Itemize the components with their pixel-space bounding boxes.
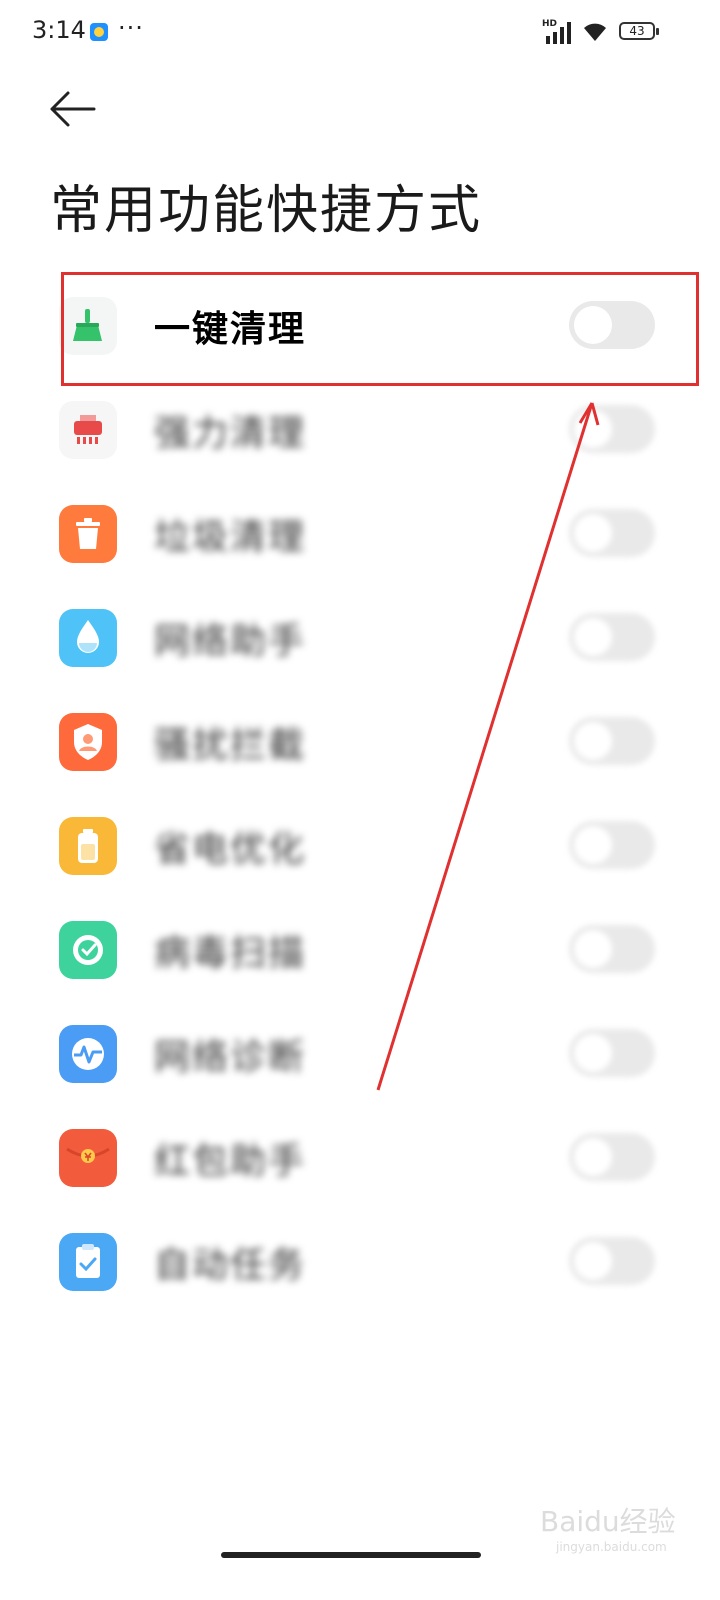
status-bar: 3:14 ··· HD 43 bbox=[0, 0, 720, 64]
battery-level: 43 bbox=[629, 24, 645, 38]
toggle-switch[interactable] bbox=[569, 1237, 655, 1285]
notification-app-icon bbox=[90, 23, 108, 41]
more-notifications-icon: ··· bbox=[118, 14, 144, 42]
toggle-switch[interactable] bbox=[569, 509, 655, 557]
list-item[interactable]: 网络助手 bbox=[0, 584, 720, 688]
list-item[interactable]: 红包助手 bbox=[0, 1104, 720, 1208]
home-indicator[interactable] bbox=[221, 1552, 481, 1558]
watermark-url: jingyan.baidu.com bbox=[556, 1540, 667, 1554]
red-packet-icon bbox=[59, 1129, 117, 1187]
shield-user-icon bbox=[59, 713, 117, 771]
toggle-switch[interactable] bbox=[569, 925, 655, 973]
toggle-switch[interactable] bbox=[569, 613, 655, 661]
toggle-switch[interactable] bbox=[569, 405, 655, 453]
highlight-box bbox=[61, 272, 699, 386]
list-item-label: 网络助手 bbox=[154, 621, 307, 662]
battery-icon bbox=[59, 817, 117, 875]
list-item[interactable]: 强力清理 bbox=[0, 376, 720, 480]
toggle-switch[interactable] bbox=[569, 1133, 655, 1181]
list-item-label: 病毒扫描 bbox=[154, 933, 307, 974]
list-item[interactable]: 省电优化 bbox=[0, 792, 720, 896]
water-drop-icon bbox=[59, 609, 117, 667]
toggle-switch[interactable] bbox=[569, 821, 655, 869]
scan-icon bbox=[59, 921, 117, 979]
list-item-label: 网络诊断 bbox=[154, 1037, 307, 1078]
watermark-logo: Baidu经验 bbox=[540, 1505, 676, 1538]
wifi-icon bbox=[584, 23, 606, 41]
page-title: 常用功能快捷方式 bbox=[50, 181, 483, 241]
list-item-label: 垃圾清理 bbox=[154, 517, 307, 558]
signal-icon bbox=[546, 22, 571, 44]
list-item[interactable]: 病毒扫描 bbox=[0, 896, 720, 1000]
list-item[interactable]: 骚扰拦截 bbox=[0, 688, 720, 792]
pulse-icon bbox=[59, 1025, 117, 1083]
list-item-label: 省电优化 bbox=[154, 829, 307, 870]
back-arrow-icon[interactable] bbox=[46, 88, 98, 130]
list-item-label: 自动任务 bbox=[154, 1245, 307, 1286]
list-item-label: 强力清理 bbox=[154, 413, 307, 454]
trash-icon bbox=[59, 505, 117, 563]
list-item[interactable]: 自动任务 bbox=[0, 1208, 720, 1312]
list-item-label: 红包助手 bbox=[154, 1141, 307, 1182]
list-item-label: 骚扰拦截 bbox=[154, 725, 307, 766]
toggle-switch[interactable] bbox=[569, 717, 655, 765]
status-time: 3:14 bbox=[32, 16, 86, 44]
clipboard-check-icon bbox=[59, 1233, 117, 1291]
list-item[interactable]: 垃圾清理 bbox=[0, 480, 720, 584]
battery-icon: 43 bbox=[619, 22, 659, 40]
shredder-icon bbox=[59, 401, 117, 459]
list-item[interactable]: 网络诊断 bbox=[0, 1000, 720, 1104]
toggle-switch[interactable] bbox=[569, 1029, 655, 1077]
